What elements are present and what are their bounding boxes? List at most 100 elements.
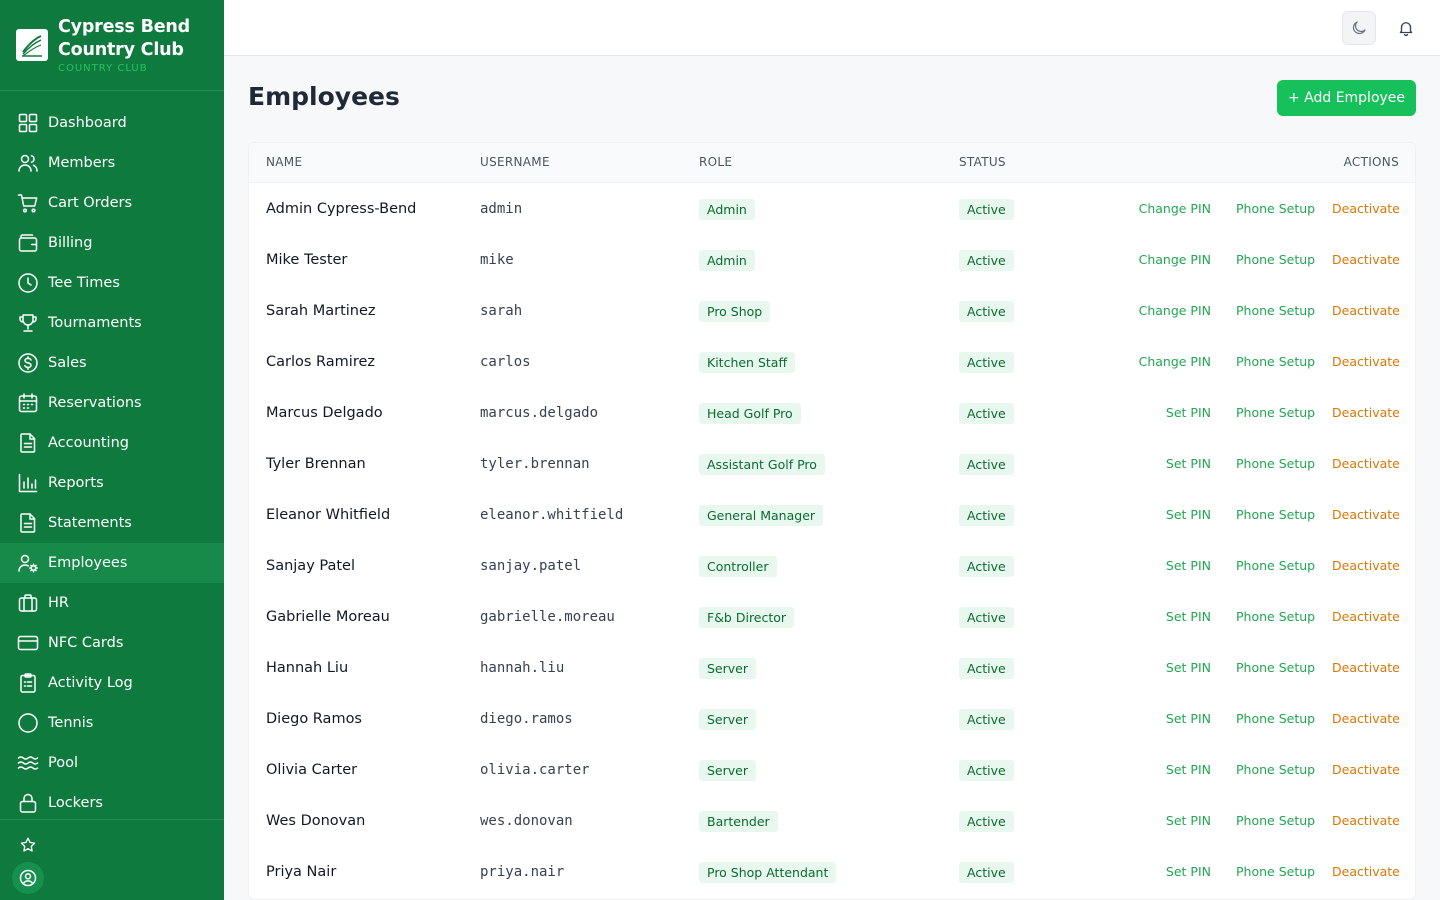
sidebar-item-label: HR	[48, 595, 69, 611]
table-row: Priya Nair priya.nair Pro Shop Attendant Ac…	[249, 846, 1415, 897]
phone-setup-link[interactable]: Phone Setup	[1236, 795, 1315, 846]
employee-name: Sanjay Patel	[266, 557, 355, 574]
theme-toggle-button[interactable]	[1342, 11, 1376, 45]
phone-setup-link[interactable]: Phone Setup	[1236, 387, 1315, 438]
employee-username: carlos	[480, 353, 531, 370]
role-badge: Server	[699, 760, 756, 781]
pin-action-link[interactable]: Set PIN	[1166, 387, 1211, 438]
role-badge: Admin	[699, 250, 755, 271]
brand-name-line2: Country Club	[58, 40, 184, 60]
sidebar-item-tournaments[interactable]: Tournaments	[0, 303, 224, 343]
sidebar-item-statements[interactable]: Statements	[0, 503, 224, 543]
deactivate-link[interactable]: Deactivate	[1332, 693, 1400, 744]
phone-setup-link[interactable]: Phone Setup	[1236, 540, 1315, 591]
phone-setup-link[interactable]: Phone Setup	[1236, 183, 1315, 234]
deactivate-link[interactable]: Deactivate	[1332, 489, 1400, 540]
deactivate-link[interactable]: Deactivate	[1332, 234, 1400, 285]
document-icon	[20, 433, 36, 453]
sidebar-item-label: Members	[48, 155, 116, 171]
pin-action-link[interactable]: Set PIN	[1166, 438, 1211, 489]
table-body: Admin Cypress-Bend admin Admin Active Change…	[249, 183, 1415, 897]
phone-setup-link[interactable]: Phone Setup	[1236, 489, 1315, 540]
status-badge: Active	[959, 454, 1014, 475]
club-logo	[16, 29, 48, 61]
pin-action-link[interactable]: Set PIN	[1166, 642, 1211, 693]
sidebar-item-pool[interactable]: Pool	[0, 743, 224, 783]
sidebar-item-label: Dashboard	[48, 115, 127, 131]
deactivate-link[interactable]: Deactivate	[1332, 744, 1400, 795]
sidebar-item-tee-times[interactable]: Tee Times	[0, 263, 224, 303]
role-badge: Controller	[699, 556, 777, 577]
credit-card-icon	[17, 635, 39, 651]
sidebar-item-sales[interactable]: Sales	[0, 343, 224, 383]
sidebar-item-label: Cart Orders	[48, 195, 133, 211]
waves-icon	[17, 756, 39, 770]
pin-action-link[interactable]: Set PIN	[1166, 489, 1211, 540]
users-icon	[18, 154, 38, 172]
table-row: Admin Cypress-Bend admin Admin Active Change…	[249, 183, 1415, 234]
role-badge: Kitchen Staff	[699, 352, 796, 373]
deactivate-link[interactable]: Deactivate	[1332, 846, 1400, 897]
pin-action-link[interactable]: Change PIN	[1139, 234, 1211, 285]
pin-action-link[interactable]: Change PIN	[1139, 336, 1211, 387]
deactivate-link[interactable]: Deactivate	[1332, 285, 1400, 336]
brand[interactable]: Cypress Bend Country Club COUNTRY CLUB	[0, 0, 224, 91]
sidebar-item-hr[interactable]: HR	[0, 583, 224, 623]
phone-setup-link[interactable]: Phone Setup	[1236, 642, 1315, 693]
add-employee-button[interactable]: + Add Employee	[1277, 80, 1416, 116]
phone-setup-link[interactable]: Phone Setup	[1236, 336, 1315, 387]
pin-action-link[interactable]: Change PIN	[1139, 183, 1211, 234]
sidebar-item-label: Accounting	[48, 435, 129, 451]
sidebar-item-cart-orders[interactable]: Cart Orders	[0, 183, 224, 223]
phone-setup-link[interactable]: Phone Setup	[1236, 234, 1315, 285]
sidebar-item-tennis[interactable]: Tennis	[0, 703, 224, 743]
pin-action-link[interactable]: Set PIN	[1166, 795, 1211, 846]
phone-setup-link[interactable]: Phone Setup	[1236, 693, 1315, 744]
deactivate-link[interactable]: Deactivate	[1332, 795, 1400, 846]
deactivate-link[interactable]: Deactivate	[1332, 438, 1400, 489]
sidebar-item-label: Reservations	[48, 395, 142, 411]
table-row: Carlos Ramirez carlos Kitchen Staff Active C…	[249, 336, 1415, 387]
notifications-button[interactable]	[1394, 16, 1418, 40]
deactivate-link[interactable]: Deactivate	[1332, 540, 1400, 591]
pin-action-link[interactable]: Set PIN	[1166, 540, 1211, 591]
sidebar-item-activity-log[interactable]: Activity Log	[0, 663, 224, 703]
phone-setup-link[interactable]: Phone Setup	[1236, 591, 1315, 642]
deactivate-link[interactable]: Deactivate	[1332, 642, 1400, 693]
role-badge: General Manager	[699, 505, 824, 526]
deactivate-link[interactable]: Deactivate	[1332, 591, 1400, 642]
pin-action-link[interactable]: Set PIN	[1166, 693, 1211, 744]
pin-action-link[interactable]: Set PIN	[1166, 846, 1211, 897]
deactivate-link[interactable]: Deactivate	[1332, 336, 1400, 387]
brand-subtitle: COUNTRY CLUB	[58, 63, 148, 74]
phone-setup-link[interactable]: Phone Setup	[1236, 744, 1315, 795]
deactivate-link[interactable]: Deactivate	[1332, 387, 1400, 438]
sidebar-item-members[interactable]: Members	[0, 143, 224, 183]
star-icon[interactable]	[19, 836, 37, 854]
sidebar-item-label: Activity Log	[48, 675, 133, 691]
sidebar-item-lockers[interactable]: Lockers	[0, 783, 224, 823]
employee-name: Priya Nair	[266, 863, 337, 880]
sidebar-item-employees[interactable]: Employees	[0, 543, 224, 583]
user-profile-button[interactable]	[12, 862, 44, 894]
pin-action-link[interactable]: Set PIN	[1166, 744, 1211, 795]
pin-action-link[interactable]: Set PIN	[1166, 591, 1211, 642]
employee-username: admin	[480, 200, 523, 217]
sidebar-item-billing[interactable]: Billing	[0, 223, 224, 263]
table-row: Marcus Delgado marcus.delgado Head Golf Pr…	[249, 387, 1415, 438]
phone-setup-link[interactable]: Phone Setup	[1236, 846, 1315, 897]
sidebar-item-accounting[interactable]: Accounting	[0, 423, 224, 463]
sidebar-item-dashboard[interactable]: Dashboard	[0, 103, 224, 143]
employee-username: sarah	[480, 302, 523, 319]
calendar-icon	[18, 393, 38, 413]
employee-username: mike	[480, 251, 514, 268]
table-row: Sanjay Patel sanjay.patel Controller Active…	[249, 540, 1415, 591]
sidebar-footer	[0, 819, 224, 900]
phone-setup-link[interactable]: Phone Setup	[1236, 285, 1315, 336]
sidebar-item-nfc-cards[interactable]: NFC Cards	[0, 623, 224, 663]
deactivate-link[interactable]: Deactivate	[1332, 183, 1400, 234]
phone-setup-link[interactable]: Phone Setup	[1236, 438, 1315, 489]
pin-action-link[interactable]: Change PIN	[1139, 285, 1211, 336]
sidebar-item-reservations[interactable]: Reservations	[0, 383, 224, 423]
sidebar-item-reports[interactable]: Reports	[0, 463, 224, 503]
